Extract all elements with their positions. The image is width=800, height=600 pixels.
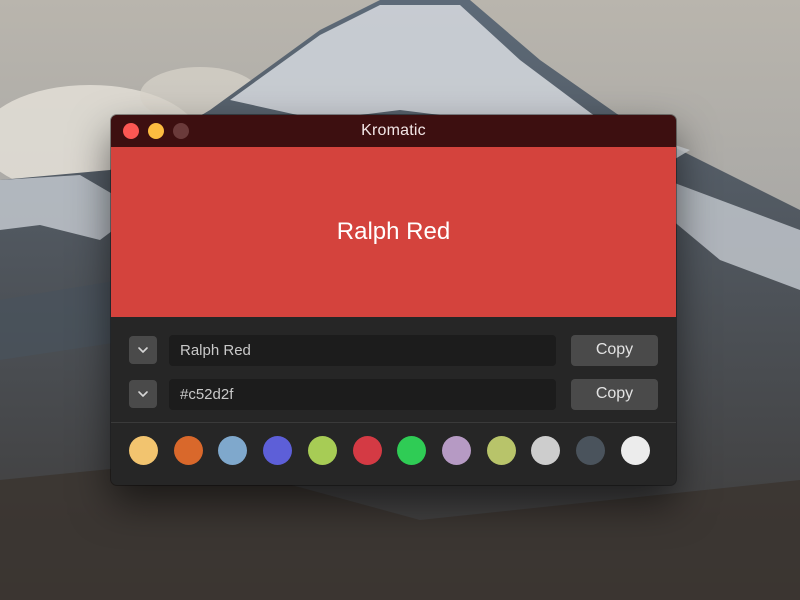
titlebar[interactable]: Kromatic <box>111 115 676 147</box>
palette-color-olive[interactable] <box>486 436 516 465</box>
window-controls <box>123 123 189 139</box>
copy-name-button[interactable]: Copy <box>571 334 658 366</box>
hex-row: #c52d2f Copy <box>129 378 658 410</box>
color-swatch: Ralph Red <box>111 147 676 317</box>
kromatic-window: Kromatic Ralph Red Ralph Red Copy #c52d2… <box>111 115 676 485</box>
palette-color-lime[interactable] <box>307 436 337 465</box>
palette-color-green[interactable] <box>397 436 427 465</box>
hex-format-dropdown[interactable] <box>129 380 157 408</box>
palette-color-indigo[interactable] <box>263 436 293 465</box>
palette-color-white[interactable] <box>620 436 650 465</box>
color-name-display: Ralph Red <box>336 218 451 245</box>
name-row: Ralph Red Copy <box>129 334 658 366</box>
color-name-field[interactable]: Ralph Red <box>169 334 556 366</box>
palette-color-lavender[interactable] <box>442 436 472 465</box>
palette-color-red[interactable] <box>352 436 382 465</box>
color-palette <box>111 423 676 465</box>
chevron-down-icon <box>138 391 148 397</box>
palette-color-yellow[interactable] <box>129 436 158 465</box>
zoom-window-button[interactable] <box>173 123 189 139</box>
color-fields: Ralph Red Copy #c52d2f Copy <box>111 317 676 410</box>
close-window-button[interactable] <box>123 123 139 139</box>
name-format-dropdown[interactable] <box>129 336 157 364</box>
chevron-down-icon <box>138 347 148 353</box>
palette-color-light-gray[interactable] <box>531 436 561 465</box>
palette-color-light-blue[interactable] <box>218 436 248 465</box>
copy-hex-button[interactable]: Copy <box>571 378 658 410</box>
palette-color-orange[interactable] <box>173 436 203 465</box>
palette-color-slate[interactable] <box>576 436 606 465</box>
color-hex-field[interactable]: #c52d2f <box>169 378 556 410</box>
minimize-window-button[interactable] <box>148 123 164 139</box>
window-title: Kromatic <box>361 122 426 139</box>
